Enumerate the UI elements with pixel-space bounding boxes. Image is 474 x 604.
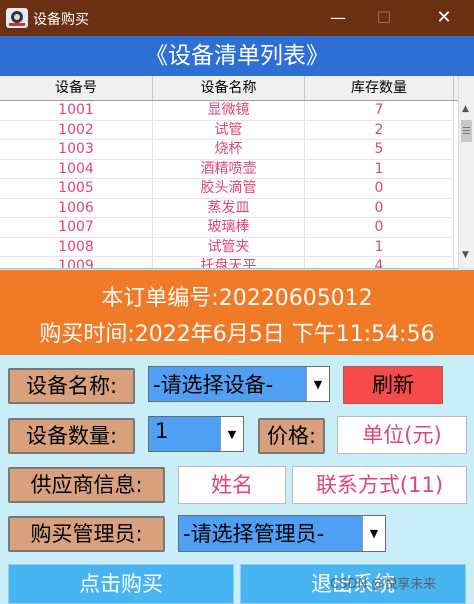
equipment-table[interactable]: 设备号 设备名称 库存数量 1001 显微镜 7 1002 试管 2 1003 烧杯 5 1004… — [0, 76, 458, 269]
cell-name: 玻璃棒 — [153, 218, 305, 238]
supplier-contact-input[interactable]: 联系方式(11) — [292, 466, 467, 504]
cell-id: 1008 — [0, 237, 153, 257]
device-name-label: 设备名称: — [8, 368, 135, 404]
cell-id: 1006 — [0, 198, 153, 218]
grip-line — [463, 127, 470, 128]
column-header-id[interactable]: 设备号 — [0, 76, 153, 100]
supplier-name-input[interactable]: 姓名 — [178, 466, 286, 504]
order-info-panel: 本订单编号:20220605012 购买时间:2022年6月5日 下午11:54… — [0, 270, 474, 355]
cell-stock: 1 — [305, 159, 454, 179]
table-row[interactable]: 1006 蒸发皿 0 — [0, 198, 458, 218]
manager-label: 购买管理员: — [8, 516, 165, 552]
minimize-button[interactable]: — — [318, 5, 358, 31]
table-row[interactable]: 1005 胶头滴管 0 — [0, 179, 458, 199]
column-header-name[interactable]: 设备名称 — [153, 76, 305, 100]
cell-name: 酒精喷壶 — [153, 159, 305, 179]
manager-select[interactable]: -请选择管理员- ▼ — [178, 515, 386, 552]
cell-stock: 0 — [305, 218, 454, 238]
cell-stock: 0 — [305, 198, 454, 218]
purchase-time: 购买时间:2022年6月5日 下午11:54:56 — [39, 322, 435, 347]
order-number: 本订单编号:20220605012 — [101, 286, 373, 311]
cell-name: 试管 — [153, 120, 305, 140]
cell-name: 烧杯 — [153, 140, 305, 160]
quantity-select[interactable]: 1 ▼ — [148, 416, 244, 452]
close-button[interactable]: ✕ — [424, 5, 464, 31]
equipment-list-title: 《设备清单列表》 — [0, 36, 474, 76]
buy-button[interactable]: 点击购买 — [8, 564, 234, 604]
device-select[interactable]: -请选择设备- ▼ — [148, 366, 330, 402]
column-header-stock[interactable]: 库存数量 — [305, 76, 454, 100]
cell-name: 试管夹 — [153, 237, 305, 257]
price-label: 价格: — [258, 418, 325, 454]
scroll-up-icon[interactable]: ▲ — [462, 104, 469, 114]
grip-line — [463, 133, 470, 134]
quantity-label: 设备数量: — [8, 418, 135, 454]
device-select-value: -请选择设备- — [153, 373, 274, 397]
chevron-down-icon[interactable]: ▼ — [220, 417, 243, 451]
watermark: CSDN @悦享未来 — [330, 577, 437, 592]
cell-stock: 7 — [305, 101, 454, 121]
cell-id: 1003 — [0, 140, 153, 160]
table-row[interactable]: 1008 试管夹 1 — [0, 237, 458, 257]
table-row[interactable]: 1002 试管 2 — [0, 120, 458, 140]
chevron-down-icon[interactable]: ▼ — [362, 516, 385, 551]
table-scrollbar[interactable]: ▲ ▼ — [458, 76, 474, 268]
table-row[interactable]: 1007 玻璃棒 0 — [0, 218, 458, 238]
scrollbar-thumb[interactable] — [461, 120, 472, 142]
table-body: 1001 显微镜 7 1002 试管 2 1003 烧杯 5 1004 酒精喷壶 1 1005 胶头滴管 0… — [0, 101, 458, 268]
window-title: 设备购买 — [33, 12, 89, 28]
cell-id: 1002 — [0, 120, 153, 140]
cell-id: 1007 — [0, 218, 153, 238]
cell-name: 显微镜 — [153, 101, 305, 121]
cell-name: 胶头滴管 — [153, 179, 305, 199]
cell-name: 蒸发皿 — [153, 198, 305, 218]
cell-id: 1004 — [0, 159, 153, 179]
table-row[interactable]: 1009 托盘天平 4 — [0, 257, 458, 268]
table-row[interactable]: 1001 显微镜 7 — [0, 101, 458, 121]
title-bar: 设备购买 — ☐ ✕ — [0, 0, 474, 36]
cell-stock: 4 — [305, 257, 454, 268]
cell-stock: 5 — [305, 140, 454, 160]
cell-id: 1001 — [0, 101, 153, 121]
manager-select-value: -请选择管理员- — [183, 522, 325, 546]
table-row[interactable]: 1003 烧杯 5 — [0, 140, 458, 160]
cell-id: 1009 — [0, 257, 153, 268]
table-row[interactable]: 1004 酒精喷壶 1 — [0, 159, 458, 179]
chevron-down-icon[interactable]: ▼ — [306, 367, 329, 401]
cell-id: 1005 — [0, 179, 153, 199]
cell-stock: 1 — [305, 237, 454, 257]
cell-name: 托盘天平 — [153, 257, 305, 268]
cell-stock: 0 — [305, 179, 454, 199]
table-header: 设备号 设备名称 库存数量 — [0, 76, 458, 101]
cell-stock: 2 — [305, 120, 454, 140]
grip-line — [463, 130, 470, 131]
refresh-button[interactable]: 刷新 — [343, 366, 443, 404]
maximize-button[interactable]: ☐ — [364, 5, 404, 31]
supplier-label: 供应商信息: — [8, 467, 165, 503]
scroll-down-icon[interactable]: ▼ — [462, 250, 469, 260]
quantity-value: 1 — [155, 419, 169, 443]
price-input[interactable]: 单位(元) — [337, 416, 467, 454]
app-icon — [6, 8, 28, 28]
